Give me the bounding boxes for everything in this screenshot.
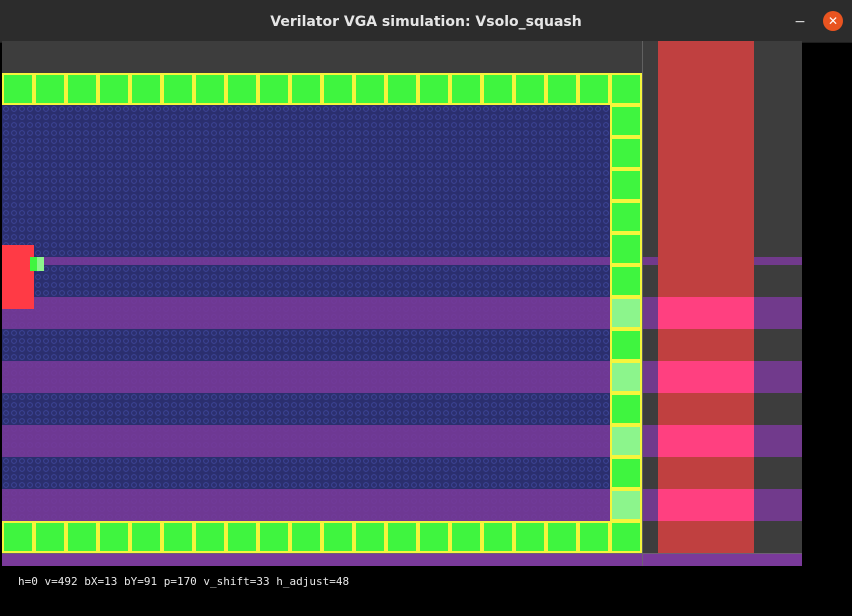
wall-block [2,521,34,553]
wall-block [610,457,642,489]
vga-frame [2,41,802,566]
wall-block [226,521,258,553]
wall-block [610,425,642,457]
wall-block [258,73,290,105]
wall-block [610,521,642,553]
wall-block [34,521,66,553]
wall-block [386,73,418,105]
wall-block [418,521,450,553]
wall-block [610,361,642,393]
wall-block [98,521,130,553]
wall-block [66,521,98,553]
side-pink-band [658,361,754,393]
wall-block [418,73,450,105]
wall-block [610,105,642,137]
wall-block [354,521,386,553]
wall-block [450,521,482,553]
wall-block [546,521,578,553]
wall-block [610,137,642,169]
wall-block [194,521,226,553]
wall-block [162,73,194,105]
window-title-bar[interactable]: Verilator VGA simulation: Vsolo_squash −… [0,0,852,43]
wall-block [514,521,546,553]
crosshair-horizontal [2,553,802,554]
wall-block [354,73,386,105]
close-icon[interactable]: ✕ [823,11,843,31]
wall-block [610,297,642,329]
bottom-stripe [2,553,802,566]
wall-block [162,521,194,553]
wall-block [610,329,642,361]
wall-block [578,521,610,553]
wall-block [578,73,610,105]
wall-block [98,73,130,105]
wall-block [258,521,290,553]
wall-block [482,521,514,553]
wall-block [226,73,258,105]
wall-block [130,73,162,105]
vga-display [2,41,802,566]
window-title: Verilator VGA simulation: Vsolo_squash [270,14,582,30]
wall-block [2,73,34,105]
wall-block [610,233,642,265]
wall-block [130,521,162,553]
wall-block [290,521,322,553]
wall-block [610,201,642,233]
wall-block [34,73,66,105]
wall-block [610,393,642,425]
wall-block [482,73,514,105]
wall-block [322,521,354,553]
wall-block [610,169,642,201]
wall-block [546,73,578,105]
side-pink-band [658,489,754,521]
debug-status-line: h=0 v=492 bX=13 bY=91 p=170 v_shift=33 h… [18,575,350,588]
wall-block [290,73,322,105]
crosshair-vertical [642,41,643,566]
wall-block [450,73,482,105]
ball-left-half [30,257,37,271]
wall-block [322,73,354,105]
wall-block [610,489,642,521]
wall-block [610,73,642,105]
wall-block [66,73,98,105]
wall-block [514,73,546,105]
side-pink-band [658,425,754,457]
wall-block [610,265,642,297]
paddle [2,245,34,309]
wall-block [194,73,226,105]
side-pink-band [658,297,754,329]
wall-block [386,521,418,553]
minimize-icon[interactable]: − [790,12,810,32]
